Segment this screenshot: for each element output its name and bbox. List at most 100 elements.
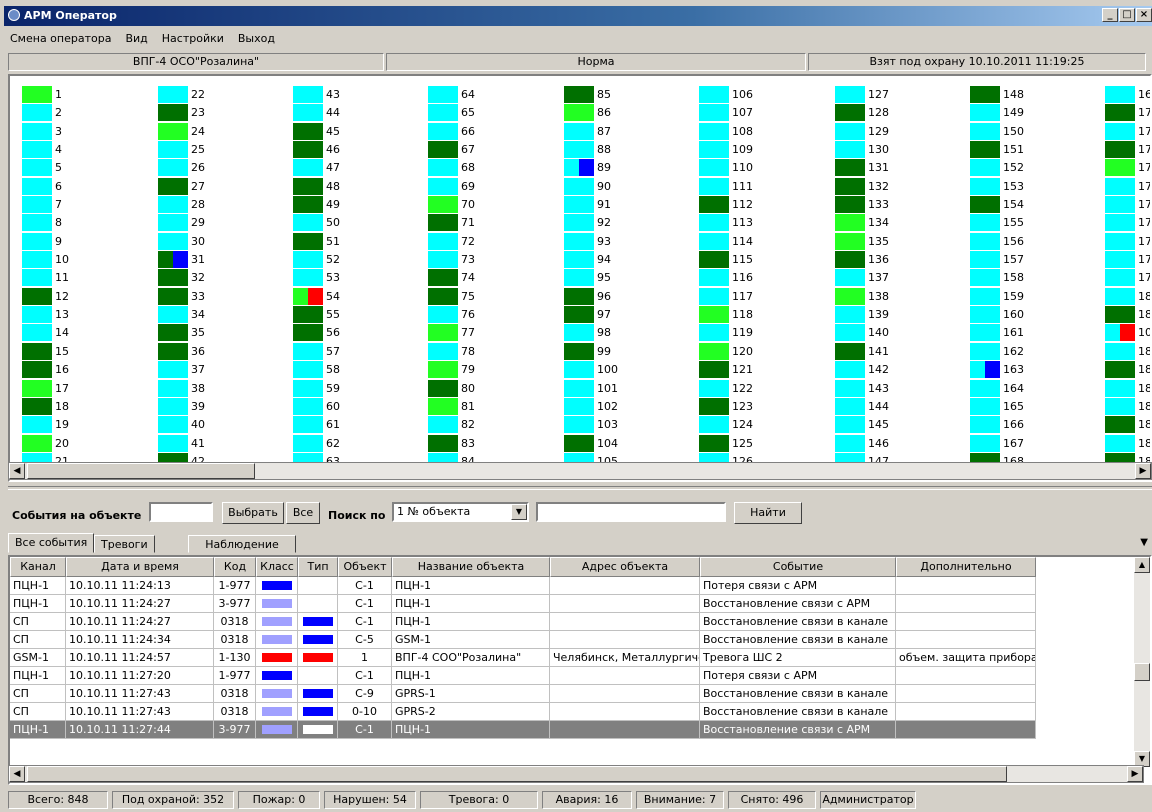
zone-cell[interactable]: 91 xyxy=(564,196,701,214)
zone-cell[interactable]: 109 xyxy=(699,141,836,159)
zone-cell[interactable]: 69 xyxy=(428,177,565,196)
zone-cell[interactable]: 39 xyxy=(158,397,295,416)
zone-cell[interactable]: 127 xyxy=(835,86,972,104)
zone-cell[interactable]: 95 xyxy=(564,269,701,287)
zone-cell[interactable]: 120 xyxy=(699,342,836,361)
zone-cell[interactable]: 118 xyxy=(699,306,836,324)
zone-cell[interactable]: 46 xyxy=(293,141,430,159)
table-scroll-thumb[interactable] xyxy=(27,766,1007,782)
zone-cell[interactable]: 115 xyxy=(699,251,836,269)
table-row[interactable]: СП 10.10.11 11:27:43 0318 С-9 GPRS-1 Восстано… xyxy=(10,685,1036,703)
scroll-right-arrow-icon[interactable]: ▶ xyxy=(1135,463,1151,479)
zone-cell[interactable]: 144 xyxy=(835,397,972,416)
zone-cell[interactable]: 17 xyxy=(1105,251,1150,269)
zone-cell[interactable]: 97 xyxy=(564,306,701,324)
zone-cell[interactable]: 24 xyxy=(158,122,295,141)
zone-cell[interactable]: 3 xyxy=(22,122,159,141)
zone-cell[interactable]: 18 xyxy=(1105,287,1150,306)
zone-cell[interactable]: 22 xyxy=(158,86,295,104)
zone-cell[interactable]: 38 xyxy=(158,379,295,398)
zone-cell[interactable]: 10 xyxy=(1105,324,1150,342)
scroll-left-arrow-icon[interactable]: ◀ xyxy=(9,463,25,479)
zone-cell[interactable]: 16 xyxy=(1105,86,1150,104)
zone-cell[interactable]: 20 xyxy=(22,434,159,453)
zone-cell[interactable]: 28 xyxy=(158,196,295,214)
zone-cell[interactable]: 44 xyxy=(293,104,430,122)
zone-cell[interactable]: 60 xyxy=(293,397,430,416)
column-header[interactable]: Код xyxy=(214,557,256,577)
zone-cell[interactable]: 85 xyxy=(564,86,701,104)
zone-cell[interactable]: 152 xyxy=(970,159,1107,177)
zone-cell[interactable]: 138 xyxy=(835,287,972,306)
zone-cell[interactable]: 17 xyxy=(1105,141,1150,159)
zone-cell[interactable]: 137 xyxy=(835,269,972,287)
zone-cell[interactable]: 37 xyxy=(158,361,295,379)
zone-cell[interactable]: 116 xyxy=(699,269,836,287)
zone-cell[interactable]: 88 xyxy=(564,141,701,159)
zone-cell[interactable]: 18 xyxy=(1105,397,1150,416)
zone-cell[interactable]: 121 xyxy=(699,361,836,379)
zone-cell[interactable]: 157 xyxy=(970,251,1107,269)
zone-cell[interactable]: 15 xyxy=(22,342,159,361)
zone-cell[interactable]: 134 xyxy=(835,214,972,232)
zone-cell[interactable]: 29 xyxy=(158,214,295,232)
zone-cell[interactable]: 33 xyxy=(158,287,295,306)
zone-cell[interactable]: 166 xyxy=(970,416,1107,434)
zone-cell[interactable]: 14 xyxy=(22,324,159,342)
zone-cell[interactable]: 136 xyxy=(835,251,972,269)
zone-cell[interactable]: 18 xyxy=(1105,379,1150,398)
zone-cell[interactable]: 145 xyxy=(835,416,972,434)
zone-cell[interactable]: 17 xyxy=(1105,159,1150,177)
zone-cell[interactable]: 104 xyxy=(564,434,701,453)
zone-cell[interactable]: 13 xyxy=(22,306,159,324)
zone-cell[interactable]: 25 xyxy=(158,141,295,159)
menu-settings[interactable]: Настройки xyxy=(160,32,226,50)
zone-cell[interactable]: 71 xyxy=(428,214,565,232)
zone-cell[interactable]: 140 xyxy=(835,324,972,342)
zone-cell[interactable]: 70 xyxy=(428,196,565,214)
zone-cell[interactable]: 101 xyxy=(564,379,701,398)
zone-cell[interactable]: 161 xyxy=(970,324,1107,342)
zone-cell[interactable]: 153 xyxy=(970,177,1107,196)
zone-cell[interactable]: 23 xyxy=(158,104,295,122)
chevron-down-icon[interactable]: ▼ xyxy=(511,504,527,520)
zone-cell[interactable]: 114 xyxy=(699,232,836,251)
zone-cell[interactable]: 164 xyxy=(970,379,1107,398)
zone-cell[interactable]: 79 xyxy=(428,361,565,379)
tab-alarms[interactable]: Тревоги xyxy=(94,535,155,553)
column-header[interactable]: Класс xyxy=(256,557,298,577)
table-row[interactable]: ПЦН-1 10.10.11 11:27:20 1-977 С-1 ПЦН-1 Потер… xyxy=(10,667,1036,685)
zone-cell[interactable]: 54 xyxy=(293,287,430,306)
zone-cell[interactable]: 76 xyxy=(428,306,565,324)
zone-cell[interactable]: 32 xyxy=(158,269,295,287)
search-by-select[interactable]: 1 № объекта ▼ xyxy=(392,502,529,522)
zone-cell[interactable]: 31 xyxy=(158,251,295,269)
zone-cell[interactable]: 41 xyxy=(158,434,295,453)
zone-cell[interactable]: 94 xyxy=(564,251,701,269)
zone-cell[interactable]: 139 xyxy=(835,306,972,324)
minimize-button[interactable]: _ xyxy=(1102,8,1118,22)
zone-cell[interactable]: 57 xyxy=(293,342,430,361)
zone-cell[interactable]: 151 xyxy=(970,141,1107,159)
column-header[interactable]: Адрес объекта xyxy=(550,557,700,577)
zone-cell[interactable]: 1 xyxy=(22,86,159,104)
zone-cell[interactable]: 160 xyxy=(970,306,1107,324)
scroll-up-arrow-icon[interactable]: ▲ xyxy=(1134,557,1150,573)
zone-cell[interactable]: 155 xyxy=(970,214,1107,232)
zone-cell[interactable]: 143 xyxy=(835,379,972,398)
zone-cell[interactable]: 123 xyxy=(699,397,836,416)
zone-cell[interactable]: 150 xyxy=(970,122,1107,141)
zone-cell[interactable]: 17 xyxy=(1105,122,1150,141)
zone-cell[interactable]: 43 xyxy=(293,86,430,104)
tab-monitoring[interactable]: Наблюдение xyxy=(188,535,296,553)
zone-cell[interactable]: 99 xyxy=(564,342,701,361)
zone-cell[interactable]: 6 xyxy=(22,177,159,196)
zone-cell[interactable]: 92 xyxy=(564,214,701,232)
zone-cell[interactable]: 68 xyxy=(428,159,565,177)
zone-cell[interactable]: 64 xyxy=(428,86,565,104)
column-header[interactable]: Тип xyxy=(298,557,338,577)
zone-cell[interactable]: 78 xyxy=(428,342,565,361)
zone-cell[interactable]: 65 xyxy=(428,104,565,122)
grid-horizontal-scrollbar[interactable]: ◀ ▶ xyxy=(8,462,1152,480)
zone-cell[interactable]: 17 xyxy=(1105,214,1150,232)
